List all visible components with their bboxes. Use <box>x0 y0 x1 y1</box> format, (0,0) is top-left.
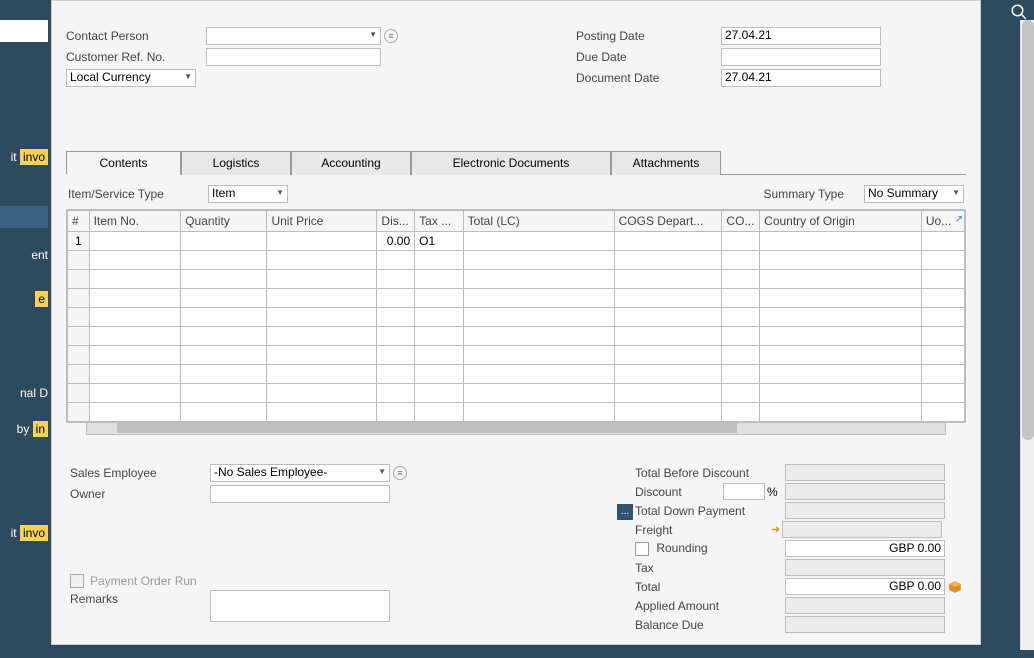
totals-area: Total Before Discount Discount % ... <box>475 463 962 634</box>
document-date-label: Document Date <box>576 71 721 85</box>
total-before-discount-input <box>785 464 945 481</box>
due-date-label: Due Date <box>576 50 721 64</box>
tabs-area: Contents Logistics Accounting Electronic… <box>66 150 966 435</box>
applied-amount-input <box>785 597 945 614</box>
down-payment-input <box>785 502 945 519</box>
owner-input[interactable] <box>210 485 390 503</box>
summary-type-label: Summary Type <box>764 187 844 201</box>
payment-order-label: Payment Order Run <box>90 574 197 588</box>
item-service-label: Item/Service Type <box>68 187 208 201</box>
table-row[interactable] <box>68 346 965 365</box>
grid-column-header[interactable]: Unit Price <box>267 211 377 232</box>
balance-due-label: Balance Due <box>635 618 785 632</box>
main-vertical-scrollbar[interactable] <box>1020 20 1034 650</box>
due-date-input[interactable] <box>721 48 881 66</box>
table-row[interactable]: 10.00O1 <box>68 232 965 251</box>
applied-amount-label: Applied Amount <box>635 599 785 613</box>
rounding-checkbox[interactable] <box>635 542 649 556</box>
discount-amount-input <box>785 483 945 500</box>
contact-person-label: Contact Person <box>66 29 206 43</box>
header-area: Name Contact Person ≡ Posting Date 27.04… <box>52 1 980 95</box>
grid-column-header[interactable]: Quantity <box>181 211 267 232</box>
grid-column-header[interactable]: Country of Origin <box>760 211 922 232</box>
currency-select[interactable]: Local Currency <box>66 69 196 87</box>
grid-column-header[interactable]: # <box>68 211 90 232</box>
tab-attachments[interactable]: Attachments <box>611 151 721 175</box>
grid-column-header[interactable]: Tax ... <box>415 211 464 232</box>
posting-date-input[interactable]: 27.04.21 <box>721 27 881 45</box>
grid-column-header[interactable]: COGS Depart... <box>614 211 722 232</box>
posting-date-label: Posting Date <box>576 29 721 43</box>
grid-horizontal-scrollbar[interactable] <box>86 423 946 435</box>
total-before-discount-label: Total Before Discount <box>635 466 785 480</box>
tab-accounting[interactable]: Accounting <box>291 151 411 175</box>
bottom-area: Sales Employee -No Sales Employee- ≡ Own… <box>52 453 980 644</box>
sales-employee-label: Sales Employee <box>70 466 210 480</box>
table-row[interactable] <box>68 251 965 270</box>
down-payment-label: ... Total Down Payment <box>635 504 785 518</box>
grid-column-header[interactable]: Dis... <box>377 211 415 232</box>
payment-order-checkbox <box>70 574 84 588</box>
freight-label: Freight <box>635 523 785 537</box>
info-icon[interactable]: ≡ <box>384 29 398 43</box>
total-input: GBP 0.00 <box>785 578 945 595</box>
table-row[interactable] <box>68 327 965 346</box>
table-row[interactable] <box>68 289 965 308</box>
remarks-input[interactable] <box>210 590 390 622</box>
contact-person-select[interactable] <box>206 27 381 45</box>
info-icon[interactable]: ≡ <box>393 466 407 480</box>
table-row[interactable] <box>68 365 965 384</box>
background-sidebar: it invo ent e nal D by in it invo <box>0 0 48 658</box>
tab-content: Item/Service Type Item Summary Type No S… <box>66 175 966 435</box>
expand-grid-icon[interactable]: ↗ <box>955 214 963 225</box>
table-row[interactable] <box>68 308 965 327</box>
tax-input <box>785 559 945 576</box>
table-row[interactable] <box>68 384 965 403</box>
table-row[interactable] <box>68 403 965 422</box>
tab-electronic[interactable]: Electronic Documents <box>411 151 611 175</box>
grid-column-header[interactable]: Total (LC) <box>463 211 614 232</box>
owner-label: Owner <box>70 487 210 501</box>
down-payment-ellipsis-button[interactable]: ... <box>617 504 633 520</box>
main-form-window: Name Contact Person ≡ Posting Date 27.04… <box>51 0 981 645</box>
customer-ref-input[interactable] <box>206 48 381 66</box>
balance-due-input <box>785 616 945 633</box>
sidebar-highlight: invo <box>20 149 48 165</box>
tax-label: Tax <box>635 561 785 575</box>
sales-employee-select[interactable]: -No Sales Employee- <box>210 464 390 482</box>
line-items-grid[interactable]: ↗ #Item No.QuantityUnit PriceDis...Tax .… <box>66 209 966 423</box>
item-service-select[interactable]: Item <box>208 185 288 203</box>
discount-pct-input[interactable] <box>723 483 765 500</box>
summary-type-select[interactable]: No Summary <box>864 185 964 203</box>
tab-contents[interactable]: Contents <box>66 151 181 175</box>
total-label: Total <box>635 580 785 594</box>
search-icon[interactable] <box>1010 3 1028 26</box>
tab-logistics[interactable]: Logistics <box>181 151 291 175</box>
rounding-input: GBP 0.00 <box>785 540 945 557</box>
customer-ref-label: Customer Ref. No. <box>66 50 206 64</box>
table-row[interactable] <box>68 270 965 289</box>
package-icon[interactable] <box>948 580 962 594</box>
freight-input <box>782 521 942 538</box>
tabs-bar: Contents Logistics Accounting Electronic… <box>66 150 966 175</box>
grid-column-header[interactable]: CO... <box>722 211 760 232</box>
grid-column-header[interactable]: Item No. <box>89 211 181 232</box>
document-date-input[interactable]: 27.04.21 <box>721 69 881 87</box>
rounding-label: Rounding <box>635 541 785 556</box>
